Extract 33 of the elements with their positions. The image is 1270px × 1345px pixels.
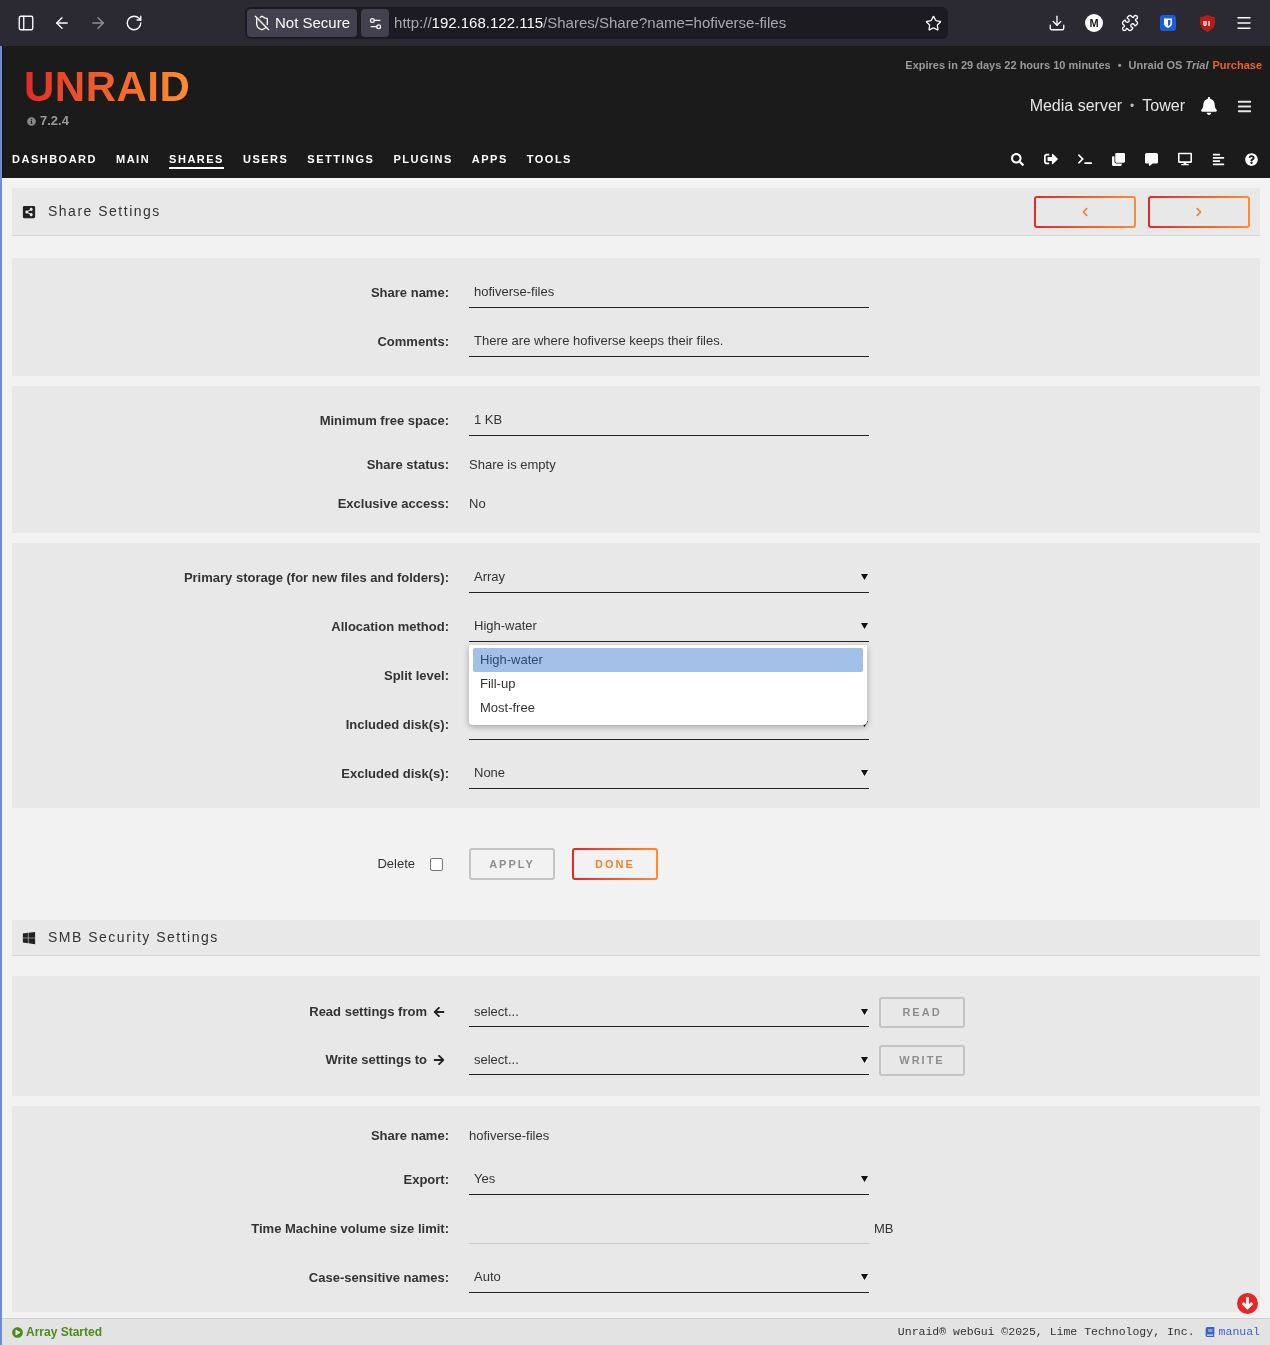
field-label: Allocation method: [331,617,449,636]
separator-dot: • [1117,57,1122,73]
field-label: Excluded disk(s): [341,764,449,783]
field-label: Share status: [366,455,449,474]
server-name: Tower [1142,96,1185,116]
field-value: hofiverse-files [469,1126,550,1145]
version-text: 7.2.4 [40,112,69,131]
field-label: Included disk(s): [345,715,449,734]
separator-dot: • [1130,98,1135,115]
field-label: Case-sensitive names: [308,1268,449,1287]
delete-label: Delete [377,855,415,874]
section-title: Share Settings [48,202,161,221]
section-title: SMB Security Settings [48,928,219,947]
field-label: Split level: [383,666,449,685]
server-description: Media server [1029,96,1123,116]
field-label: Minimum free space: [319,411,449,430]
field-label: Time Machine volume size limit: [251,1219,449,1238]
url-text: http://192.168.122.115/Shares/Share?name=hofiverse-files [394,12,787,33]
field-label: Share name: [370,1126,449,1145]
copyright-text: Unraid® webGui ©2025, Lime Technology, Inc. [897,1324,1195,1341]
field-label: Exclusive access: [337,494,449,513]
field-label: Comments: [377,332,449,351]
array-status: Array Started [26,1324,103,1341]
license-text: Unraid OS Trial [1128,57,1209,73]
field-label: Primary storage (for new files and folders): [183,568,449,587]
field-label: Export: [403,1170,449,1189]
field-value: Share is empty [469,455,556,474]
unit-label: MB [874,1219,894,1238]
field-value: No [469,494,486,513]
expiry-text: Expires in 29 days 22 hours 10 minutes [905,57,1111,73]
field-label: Write settings to [325,1051,427,1070]
field-label: Share name: [370,283,449,302]
field-label: Read settings from [309,1003,427,1022]
